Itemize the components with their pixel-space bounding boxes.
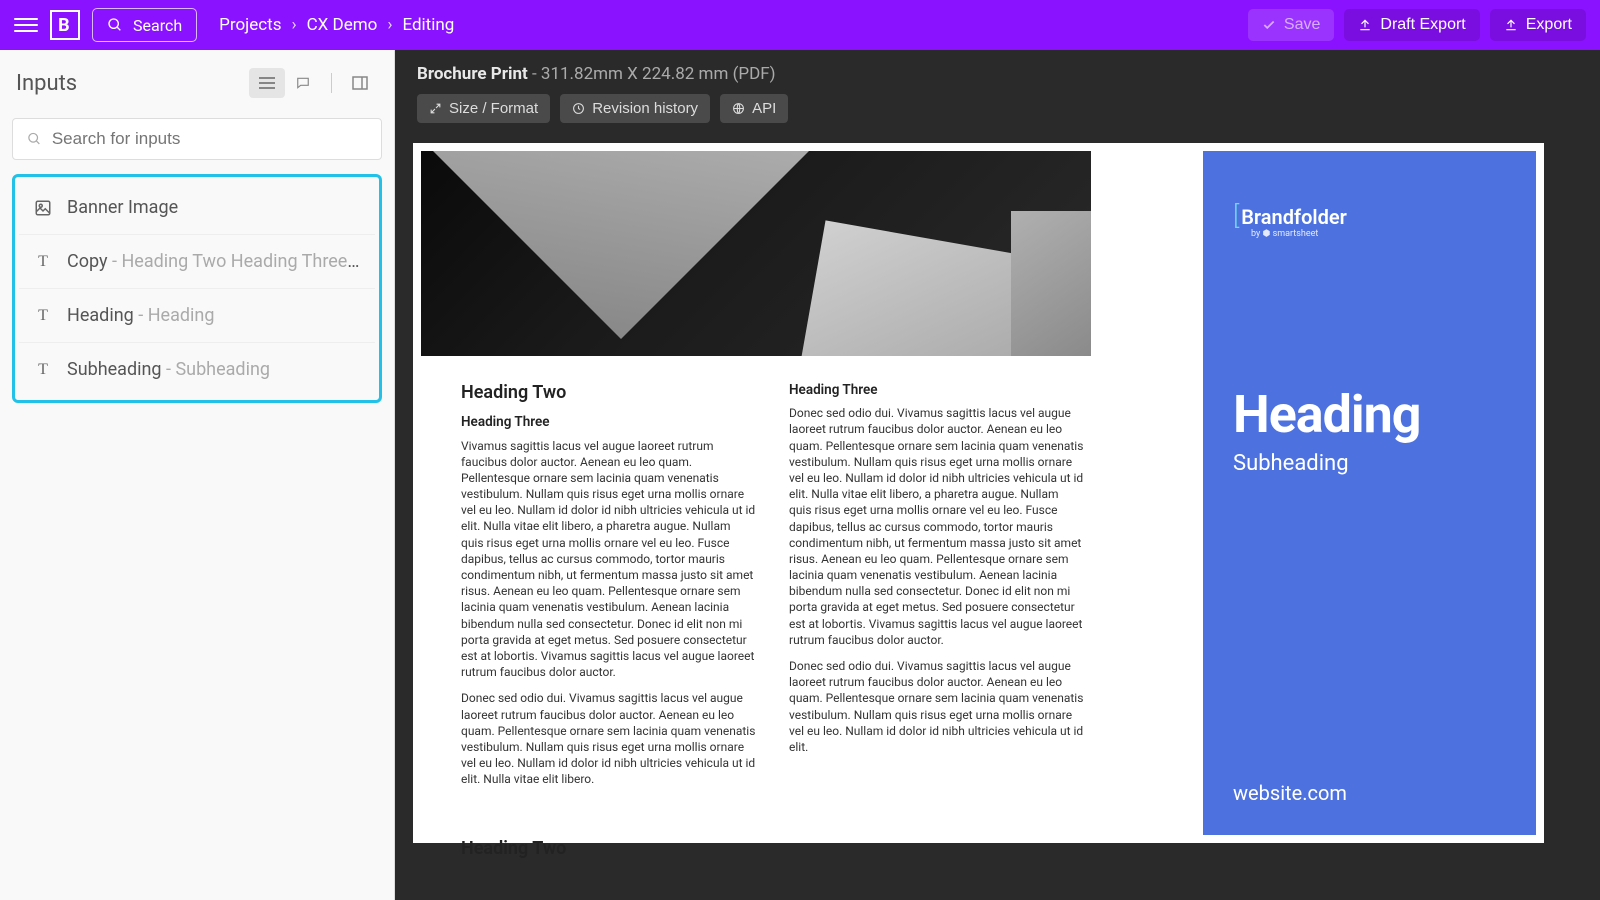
canvas: Brochure Print - 311.82mm X 224.82 mm (P… [395, 50, 1600, 900]
breadcrumb: Projects › CX Demo › Editing [219, 15, 454, 35]
expand-icon [429, 102, 442, 115]
image-icon [33, 198, 53, 218]
check-icon [1262, 18, 1276, 32]
breadcrumb-projects[interactable]: Projects [219, 15, 281, 35]
banner-image [421, 151, 1091, 356]
heading-two: Heading Two [461, 381, 756, 405]
sidebar-search[interactable] [12, 118, 382, 160]
size-format-button[interactable]: Size / Format [417, 94, 550, 123]
view-list-icon[interactable] [249, 68, 285, 98]
menu-icon[interactable] [14, 18, 38, 32]
search-label: Search [133, 16, 182, 35]
global-search[interactable]: Search [92, 8, 197, 42]
hero-subheading: Subheading [1233, 451, 1506, 476]
brochure-page[interactable]: Heading Two Heading Three Vivamus sagitt… [413, 143, 1544, 843]
clock-icon [572, 102, 585, 115]
upload-icon [1504, 18, 1518, 32]
sidebar-title: Inputs [16, 71, 77, 96]
text-icon: T [33, 360, 53, 380]
globe-icon [732, 102, 745, 115]
view-comment-icon[interactable] [285, 68, 321, 98]
heading-three: Heading Three [789, 381, 1084, 399]
text-icon: T [33, 252, 53, 272]
document-title: Brochure Print - 311.82mm X 224.82 mm (P… [417, 64, 1578, 84]
search-icon [27, 131, 42, 147]
breadcrumb-page[interactable]: Editing [402, 15, 454, 35]
input-subheading[interactable]: T Subheading - Subheading [19, 343, 375, 396]
revision-button[interactable]: Revision history [560, 94, 710, 123]
website-url: website.com [1233, 781, 1506, 805]
cover-panel: [Brandfolder by ⬢ smartsheet Heading Sub… [1203, 151, 1536, 835]
topbar: B. Search Projects › CX Demo › Editing S… [0, 0, 1600, 50]
heading-three: Heading Three [461, 413, 756, 431]
app-logo[interactable]: B. [50, 10, 80, 40]
sidebar-search-input[interactable] [52, 129, 367, 149]
search-icon [107, 17, 123, 33]
view-panel-icon[interactable] [342, 68, 378, 98]
upload-icon [1358, 18, 1372, 32]
hero-heading: Heading [1233, 384, 1506, 445]
heading-two-b: Heading Two [461, 837, 756, 861]
sidebar: Inputs Banne [0, 50, 395, 900]
brandfolder-logo: [Brandfolder [1233, 201, 1506, 231]
draft-export-button[interactable]: Draft Export [1344, 9, 1479, 41]
text-icon: T [33, 306, 53, 326]
input-banner-image[interactable]: Banner Image [19, 181, 375, 235]
inputs-list: Banner Image T Copy - Heading Two Headin… [12, 174, 382, 403]
breadcrumb-project[interactable]: CX Demo [307, 15, 378, 35]
input-copy[interactable]: T Copy - Heading Two Heading Three Viv..… [19, 235, 375, 289]
api-button[interactable]: API [720, 94, 788, 123]
column-two: Heading Three Donec sed odio dui. Vivamu… [789, 381, 1084, 765]
input-heading[interactable]: T Heading - Heading [19, 289, 375, 343]
save-button[interactable]: Save [1248, 9, 1334, 41]
column-one: Heading Two Heading Three Vivamus sagitt… [461, 381, 756, 870]
export-button[interactable]: Export [1490, 9, 1586, 41]
